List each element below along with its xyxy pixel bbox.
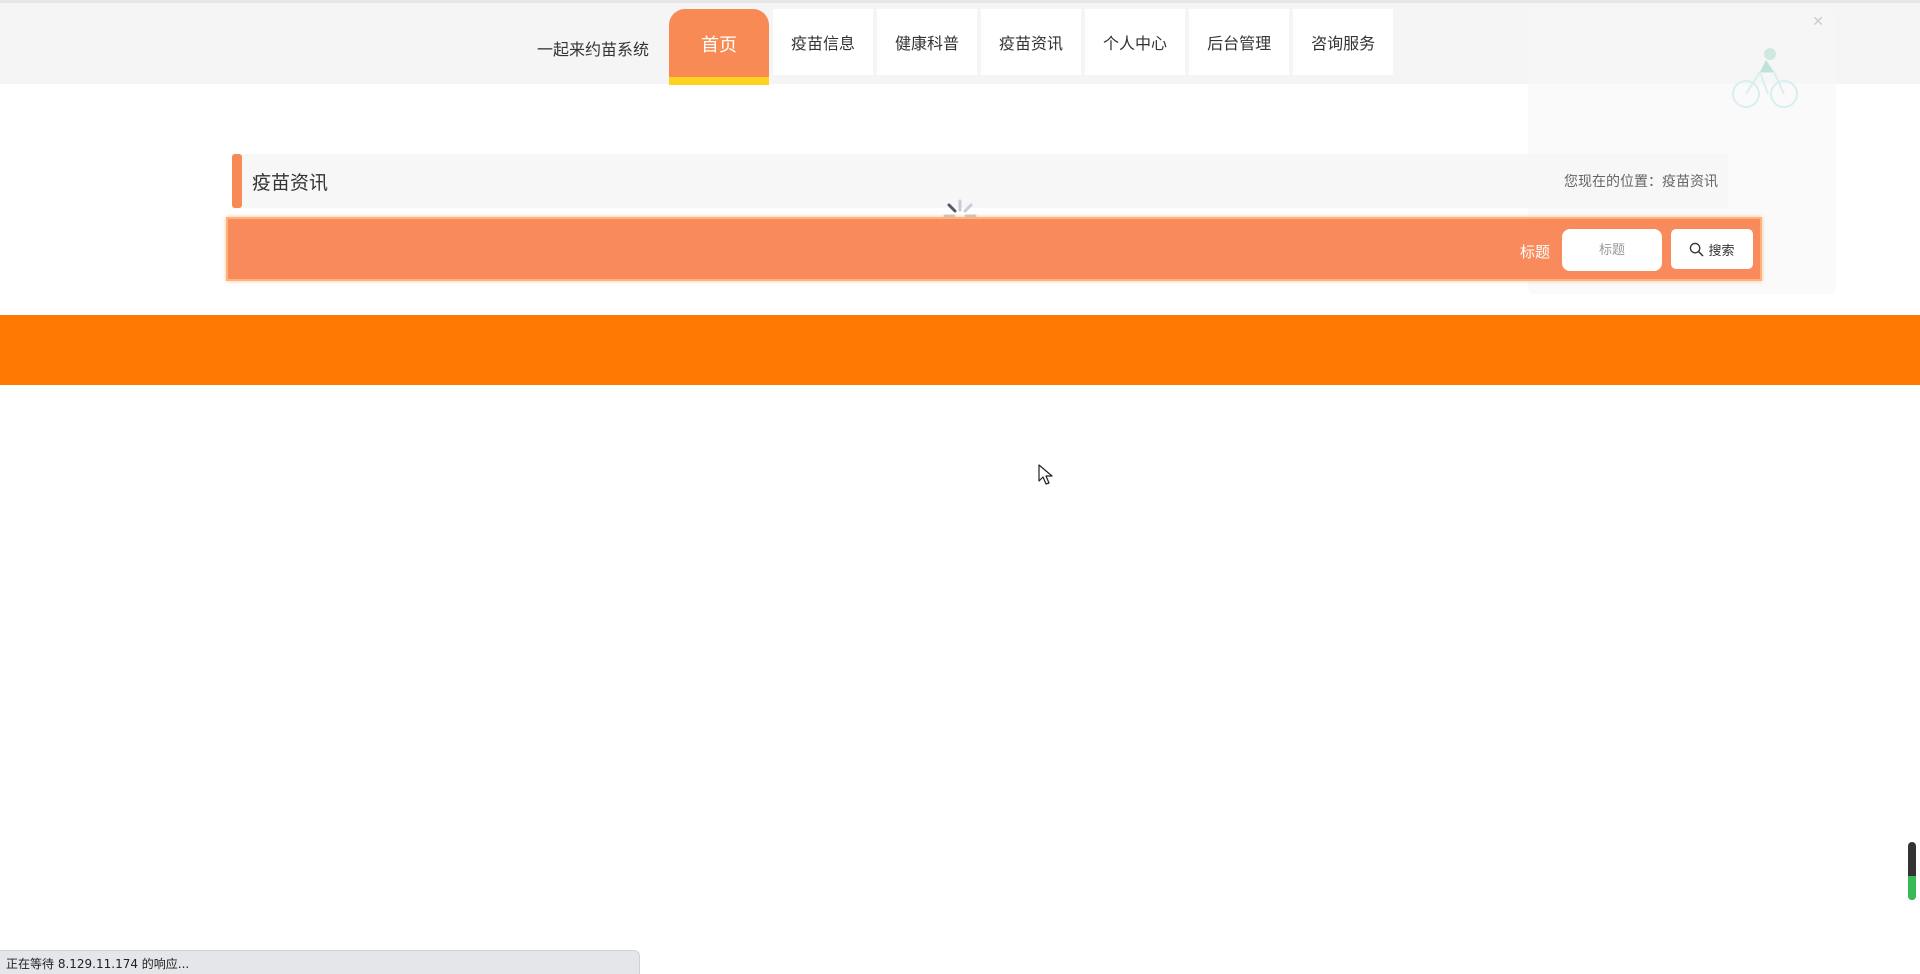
nav-item-health-science[interactable]: 健康科普 [877,9,978,75]
search-button-label: 搜索 [1708,243,1735,259]
breadcrumb: 您现在的位置：疫苗资讯 [1564,174,1718,190]
cyclist-illustration-icon [1732,48,1798,108]
side-scroll-fill [1908,876,1916,900]
search-strip: 标题 搜索 [226,217,1762,281]
nav-item-admin[interactable]: 后台管理 [1189,9,1290,75]
section-title: 疫苗资讯 [252,172,329,194]
orange-banner-band [0,315,1920,385]
close-icon[interactable]: ✕ [1812,14,1824,30]
section-accent-bar [232,154,242,208]
title-search-input[interactable] [1562,229,1662,271]
nav-item-home[interactable]: 首页 [669,9,769,85]
nav-item-consult[interactable]: 咨询服务 [1293,9,1394,75]
search-button[interactable]: 搜索 [1671,229,1753,269]
section-header: 疫苗资讯 您现在的位置：疫苗资讯 [232,154,1728,208]
nav-item-vaccine-news[interactable]: 疫苗资讯 [981,9,1082,75]
mouse-cursor-icon [1038,464,1053,485]
nav-item-vaccine-info[interactable]: 疫苗信息 [773,9,874,75]
nav-item-personal-center[interactable]: 个人中心 [1085,9,1186,75]
site-brand[interactable]: 一起来约苗系统 [537,36,649,60]
search-label: 标题 [1520,243,1551,261]
main-nav: 首页 疫苗信息 健康科普 疫苗资讯 个人中心 后台管理 咨询服务 [669,9,1397,85]
side-scroll-widget[interactable] [1908,842,1916,900]
browser-status-bar: 正在等待 8.129.11.174 的响应... [0,950,640,974]
search-icon [1690,242,1704,256]
